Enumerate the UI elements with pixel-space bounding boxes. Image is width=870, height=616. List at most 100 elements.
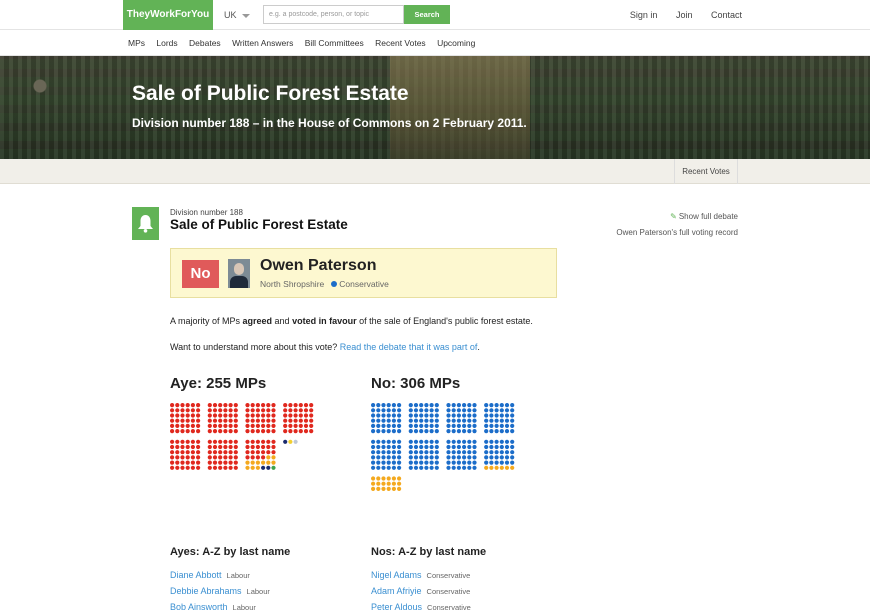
no-dot[interactable] (467, 418, 472, 423)
no-dot[interactable] (397, 465, 402, 470)
nav-item-debates[interactable]: Debates (189, 30, 221, 56)
no-dot[interactable] (462, 465, 467, 470)
no-dot[interactable] (381, 429, 386, 434)
no-dot[interactable] (371, 413, 376, 418)
no-dot[interactable] (424, 423, 429, 428)
aye-dot[interactable] (303, 403, 309, 408)
no-dot[interactable] (494, 455, 499, 460)
no-dot[interactable] (446, 450, 451, 455)
aye-dot[interactable] (212, 403, 218, 408)
aye-dot[interactable] (207, 418, 212, 423)
no-dot[interactable] (424, 403, 429, 408)
aye-dot[interactable] (298, 423, 303, 428)
no-dot[interactable] (451, 455, 456, 460)
no-dot[interactable] (371, 450, 376, 455)
aye-dot[interactable] (170, 423, 175, 428)
aye-dot[interactable] (309, 423, 314, 428)
aye-dot[interactable] (170, 444, 175, 450)
no-dot[interactable] (499, 403, 504, 408)
no-dot[interactable] (446, 403, 451, 408)
aye-dot[interactable] (271, 413, 276, 418)
aye-dot[interactable] (196, 418, 201, 423)
aye-dot[interactable] (293, 423, 298, 428)
aye-dot[interactable] (207, 429, 212, 434)
aye-dot[interactable] (212, 418, 218, 423)
no-dot[interactable] (371, 465, 376, 470)
no-dot[interactable] (424, 455, 429, 460)
no-dot[interactable] (408, 429, 413, 434)
no-dot[interactable] (391, 408, 396, 413)
aye-dot[interactable] (288, 403, 293, 408)
no-dot[interactable] (434, 408, 439, 413)
no-dot[interactable] (484, 460, 489, 465)
aye-dot[interactable] (223, 439, 228, 444)
no-dot[interactable] (386, 476, 391, 481)
no-dot[interactable] (456, 450, 461, 455)
no-dot[interactable] (413, 444, 419, 450)
no-dot[interactable] (489, 439, 494, 444)
aye-dot[interactable] (190, 455, 195, 460)
aye-dot[interactable] (175, 439, 180, 444)
aye-dot[interactable] (228, 455, 233, 460)
no-dot[interactable] (489, 450, 494, 455)
aye-dot[interactable] (218, 465, 223, 470)
aye-dot[interactable] (245, 429, 250, 434)
aye-dot[interactable] (223, 403, 228, 408)
aye-dot[interactable] (293, 413, 298, 418)
no-dot[interactable] (429, 408, 434, 413)
aye-dot[interactable] (255, 455, 260, 460)
no-dot[interactable] (504, 408, 510, 413)
aye-dot[interactable] (233, 455, 238, 460)
no-dot[interactable] (371, 408, 376, 413)
no-dot[interactable] (499, 429, 504, 434)
no-dot[interactable] (391, 450, 396, 455)
no-dot[interactable] (494, 450, 499, 455)
no-dot[interactable] (397, 429, 402, 434)
no-dot[interactable] (371, 460, 376, 465)
no-dot[interactable] (451, 403, 456, 408)
nav-item-upcoming[interactable]: Upcoming (437, 30, 475, 56)
aye-dot[interactable] (250, 444, 255, 450)
mp-name[interactable]: Owen Paterson (260, 257, 376, 275)
aye-dot[interactable] (266, 423, 271, 428)
no-dot[interactable] (472, 439, 477, 444)
no-dot[interactable] (419, 408, 424, 413)
no-dot[interactable] (429, 413, 434, 418)
no-dot[interactable] (504, 455, 510, 460)
aye-dot[interactable] (196, 455, 201, 460)
no-dot[interactable] (456, 413, 461, 418)
no-dot[interactable] (376, 418, 381, 423)
aye-dot[interactable] (223, 455, 228, 460)
site-logo[interactable]: TheyWorkForYou (123, 0, 213, 30)
no-dot[interactable] (376, 423, 381, 428)
no-dot[interactable] (451, 465, 456, 470)
no-dot[interactable] (504, 423, 510, 428)
no-dot[interactable] (504, 444, 510, 450)
no-dot[interactable] (413, 403, 419, 408)
aye-dot[interactable] (180, 439, 185, 444)
aye-dot[interactable] (180, 408, 185, 413)
aye-dot[interactable] (170, 408, 175, 413)
aye-dot[interactable] (245, 408, 250, 413)
no-dot[interactable] (391, 439, 396, 444)
no-dot[interactable] (456, 444, 461, 450)
aye-dot[interactable] (170, 465, 175, 470)
aye-dot[interactable] (212, 465, 218, 470)
no-dot[interactable] (499, 439, 504, 444)
aye-dot[interactable] (185, 408, 190, 413)
no-dot[interactable] (434, 444, 439, 450)
aye-dot[interactable] (245, 413, 250, 418)
aye-dot[interactable] (309, 408, 314, 413)
no-dot[interactable] (510, 439, 515, 444)
no-dot[interactable] (472, 429, 477, 434)
aye-dot[interactable] (175, 408, 180, 413)
aye-dot[interactable] (218, 413, 223, 418)
no-dot[interactable] (499, 413, 504, 418)
no-dot[interactable] (504, 460, 510, 465)
aye-dot[interactable] (190, 423, 195, 428)
no-dot[interactable] (397, 481, 402, 486)
aye-dot[interactable] (218, 450, 223, 455)
no-dot[interactable] (456, 465, 461, 470)
no-dot[interactable] (484, 403, 489, 408)
aye-dot[interactable] (261, 423, 266, 428)
